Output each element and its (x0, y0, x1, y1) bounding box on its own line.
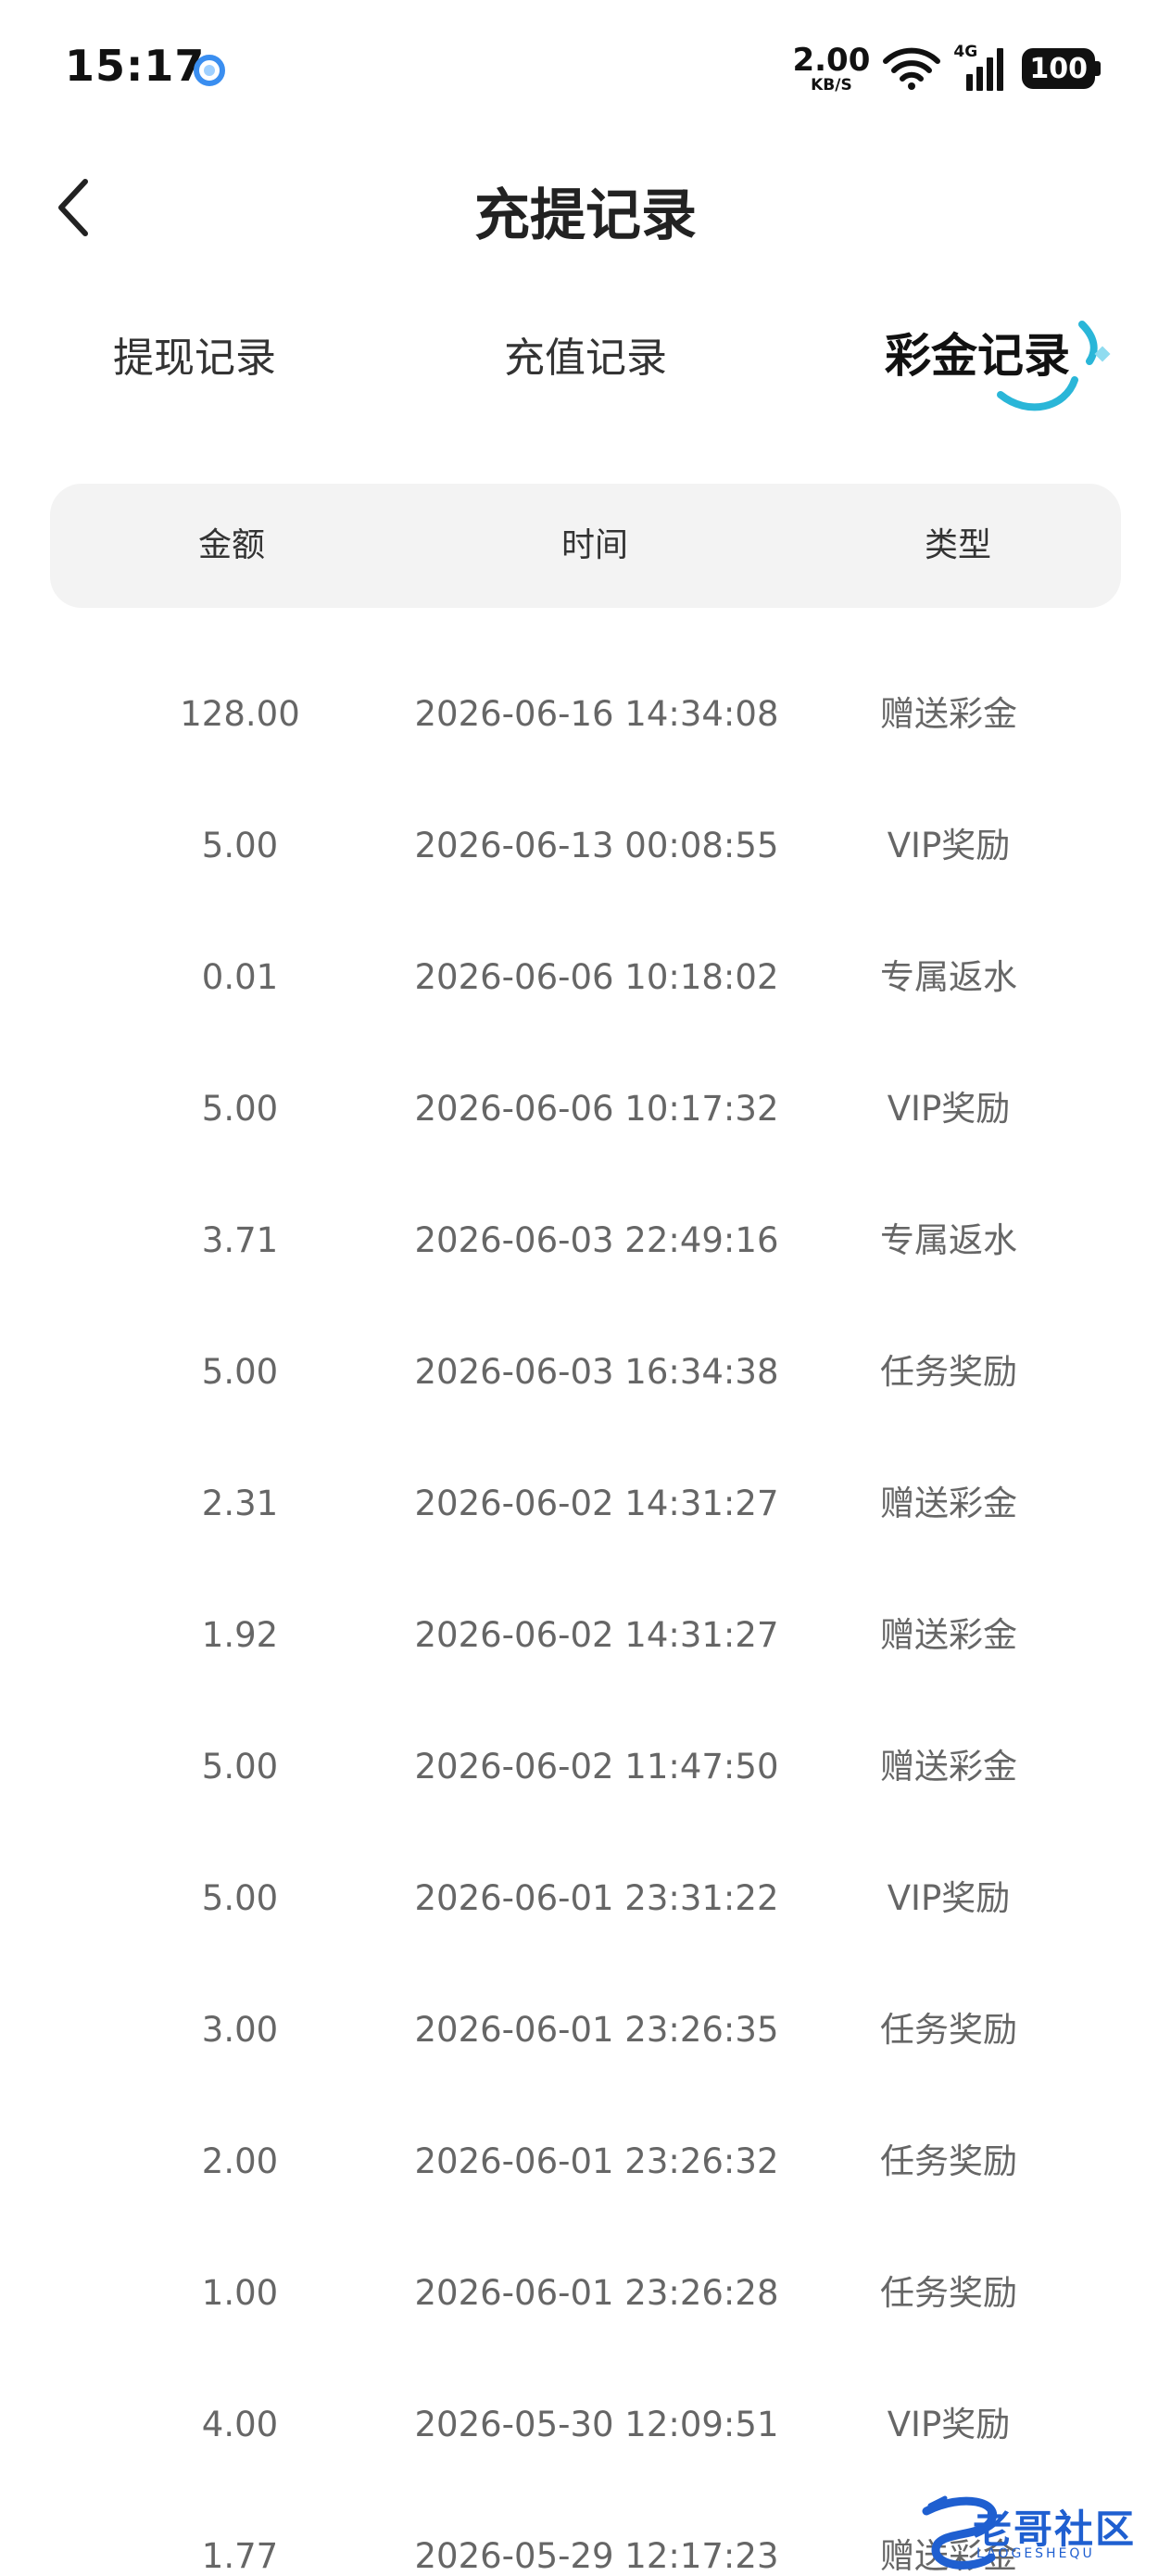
row-type: 任务奖励 (880, 2273, 1017, 2313)
row-time: 2026-05-29 12:17:23 (414, 2536, 779, 2576)
table-row: 5.00 2026-06-06 10:17:32 VIP奖励 (50, 1043, 1121, 1175)
row-type: 任务奖励 (880, 2141, 1017, 2181)
row-type: 任务奖励 (880, 2010, 1017, 2050)
row-type: 赠送彩金 (880, 1747, 1017, 1787)
table-row: 128.00 2026-06-16 14:34:08 赠送彩金 (50, 649, 1121, 780)
signal-icon: 4G (953, 44, 1009, 93)
row-time: 2026-06-03 16:34:38 (414, 1352, 779, 1392)
watermark-logo: 老哥社区 LAOGESHEQU (908, 2493, 1171, 2576)
header: 充提记录 (0, 139, 1171, 278)
app-notification-icon (194, 55, 225, 86)
row-time: 2026-06-02 14:31:27 (414, 1615, 779, 1655)
row-time: 2026-06-06 10:18:02 (414, 957, 779, 997)
battery-icon: 100 (1022, 48, 1101, 89)
status-bar: 15:17 2.00 KB/S 4G 100 (0, 0, 1171, 139)
row-type: 专属返水 (880, 1220, 1017, 1260)
row-time: 2026-06-01 23:31:22 (414, 1878, 779, 1918)
battery-level: 100 (1022, 48, 1095, 89)
table-header: 金额 时间 类型 (50, 484, 1121, 608)
tab-bar: 提现记录 充值记录 彩金记录 (0, 306, 1171, 417)
row-type: 专属返水 (880, 957, 1017, 997)
table-row: 4.00 2026-05-30 12:09:51 VIP奖励 (50, 2359, 1121, 2491)
row-time: 2026-06-13 00:08:55 (414, 826, 779, 865)
table-row: 0.01 2026-06-06 10:18:02 专属返水 (50, 912, 1121, 1043)
row-time: 2026-06-01 23:26:35 (414, 2010, 779, 2050)
screen: 15:17 2.00 KB/S 4G 100 充提记录 提现记录 充值记录 彩金… (0, 0, 1171, 2576)
table-row: 5.00 2026-06-02 11:47:50 赠送彩金 (50, 1701, 1121, 1833)
row-type: VIP奖励 (887, 1089, 1011, 1129)
table-row: 5.00 2026-06-01 23:31:22 VIP奖励 (50, 1833, 1121, 1964)
row-type: VIP奖励 (887, 1878, 1011, 1918)
tab-deposit-records[interactable]: 充值记录 (437, 324, 734, 384)
record-list: 128.00 2026-06-16 14:34:08 赠送彩金 5.00 202… (50, 649, 1121, 2576)
table-row: 1.92 2026-06-02 14:31:27 赠送彩金 (50, 1570, 1121, 1701)
table-row: 3.00 2026-06-01 23:26:35 任务奖励 (50, 1964, 1121, 2096)
row-time: 2026-06-01 23:26:28 (414, 2273, 779, 2313)
row-type: 赠送彩金 (880, 1615, 1017, 1655)
net-speed: 2.00 KB/S (792, 44, 870, 94)
status-right: 2.00 KB/S 4G 100 (792, 41, 1101, 96)
table-row: 1.00 2026-06-01 23:26:28 任务奖励 (50, 2228, 1121, 2359)
row-type: 赠送彩金 (880, 1484, 1017, 1523)
row-time: 2026-06-02 14:31:27 (414, 1484, 779, 1523)
row-time: 2026-06-03 22:49:16 (414, 1220, 779, 1260)
column-header-type: 类型 (924, 526, 991, 564)
net-speed-value: 2.00 (792, 41, 871, 79)
row-type: VIP奖励 (887, 2405, 1011, 2444)
table-row: 3.71 2026-06-03 22:49:16 专属返水 (50, 1175, 1121, 1307)
row-time: 2026-06-02 11:47:50 (414, 1747, 779, 1787)
row-type: 任务奖励 (880, 1352, 1017, 1392)
wifi-icon (883, 47, 941, 90)
net-speed-unit: KB/S (811, 75, 852, 95)
table-row: 5.00 2026-06-13 00:08:55 VIP奖励 (50, 780, 1121, 912)
tab-withdraw-records[interactable]: 提现记录 (46, 324, 343, 384)
watermark-subtext: LAOGESHEQU (976, 2546, 1095, 2561)
row-time: 2026-06-06 10:17:32 (414, 1089, 779, 1129)
column-header-time: 时间 (560, 526, 628, 564)
status-time: 15:17 (65, 41, 206, 91)
table-row: 2.31 2026-06-02 14:31:27 赠送彩金 (50, 1438, 1121, 1570)
table-row: 5.00 2026-06-03 16:34:38 任务奖励 (50, 1307, 1121, 1438)
tab-bonus-records[interactable]: 彩金记录 (829, 319, 1126, 385)
table-row: 2.00 2026-06-01 23:26:32 任务奖励 (50, 2096, 1121, 2228)
page-title: 充提记录 (474, 183, 697, 248)
row-time: 2026-05-30 12:09:51 (414, 2405, 779, 2444)
row-type: 赠送彩金 (880, 694, 1017, 734)
row-time: 2026-06-01 23:26:32 (414, 2141, 779, 2181)
row-time: 2026-06-16 14:34:08 (414, 694, 779, 734)
row-type: VIP奖励 (887, 826, 1011, 865)
column-header-amount: 金额 (197, 526, 265, 564)
